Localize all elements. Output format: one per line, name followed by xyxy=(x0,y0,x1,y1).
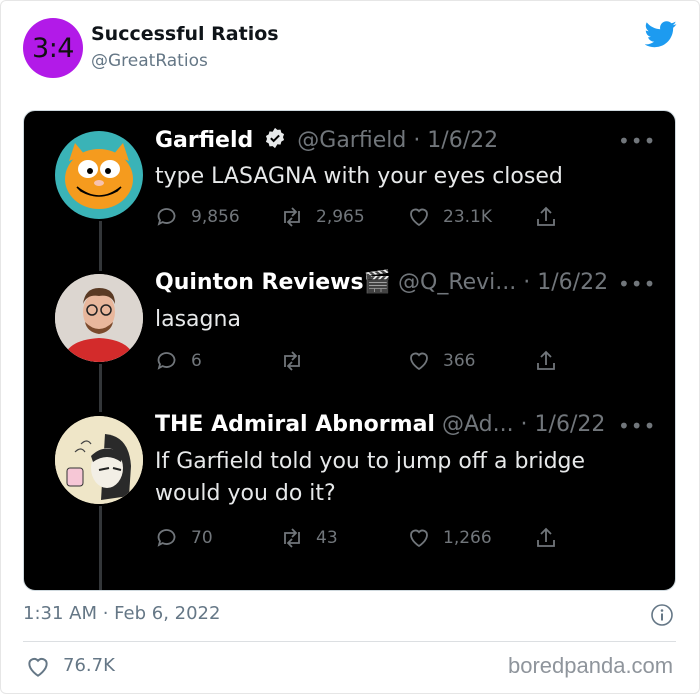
like-button[interactable]: 1,266 xyxy=(407,526,492,550)
avatar-text: 3:4 xyxy=(32,32,74,64)
retweet-count: 2,965 xyxy=(316,207,365,227)
reply-button[interactable]: 6 xyxy=(155,349,202,373)
thread-line xyxy=(99,364,102,412)
author-name[interactable]: THE Admiral Abnormal xyxy=(155,412,435,437)
heart-icon xyxy=(410,352,428,371)
clapper-emoji: 🎬 xyxy=(363,270,392,295)
reply-count: 9,856 xyxy=(191,207,240,227)
tweet-meta[interactable]: @Garfield · 1/6/22 xyxy=(297,128,498,153)
reply-button[interactable]: 9,856 xyxy=(155,205,240,229)
reply-button[interactable]: 70 xyxy=(155,526,213,550)
share-icon xyxy=(537,350,555,370)
admiral-avatar[interactable] xyxy=(55,416,143,504)
tweet-text-line: If Garfield told you to jump off a bridg… xyxy=(155,449,586,474)
display-name[interactable]: Successful Ratios xyxy=(91,23,279,45)
share-button[interactable] xyxy=(534,526,570,550)
reply-count: 70 xyxy=(191,528,213,548)
retweet-button[interactable]: 2,965 xyxy=(280,205,365,229)
tweet-header: Quinton Reviews🎬 @Q_Revi... · 1/6/22 xyxy=(155,270,608,295)
retweet-icon xyxy=(284,207,300,227)
divider xyxy=(23,641,676,642)
post-like-count[interactable]: 76.7K xyxy=(63,655,115,676)
tweet-text-line: would you do it? xyxy=(155,481,336,506)
info-icon[interactable] xyxy=(650,603,674,627)
tweet-meta[interactable]: @Ad... · 1/6/22 xyxy=(442,412,605,437)
verified-badge-icon xyxy=(266,127,285,149)
tweet-text: type LASAGNA with your eyes closed xyxy=(155,164,563,189)
share-icon xyxy=(537,206,555,226)
thread-line xyxy=(99,506,102,590)
profile-avatar[interactable]: 3:4 xyxy=(23,18,83,78)
tweet-text: If Garfield told you to jump off a bridg… xyxy=(155,446,635,510)
heart-icon[interactable] xyxy=(25,654,51,680)
like-count: 23.1K xyxy=(443,207,492,227)
share-button[interactable] xyxy=(534,349,570,373)
retweet-button[interactable] xyxy=(280,349,316,373)
tweet-header: Garfield @Garfield · 1/6/22 xyxy=(155,127,498,153)
retweet-icon xyxy=(284,351,300,371)
retweet-count: 43 xyxy=(316,528,338,548)
retweet-icon xyxy=(284,528,300,548)
embedded-thread-screenshot: Garfield @Garfield · 1/6/22 ••• type LAS… xyxy=(23,110,676,591)
reply-icon xyxy=(157,352,176,370)
like-button[interactable]: 366 xyxy=(407,349,475,373)
heart-icon xyxy=(410,208,428,227)
author-name[interactable]: Quinton Reviews xyxy=(155,270,364,295)
post-timestamp[interactable]: 1:31 AM · Feb 6, 2022 xyxy=(23,603,220,624)
share-button[interactable] xyxy=(534,205,570,229)
reply-icon xyxy=(157,529,176,547)
more-icon[interactable]: ••• xyxy=(618,272,656,296)
more-icon[interactable]: ••• xyxy=(618,414,656,438)
garfield-avatar[interactable] xyxy=(55,131,143,219)
reply-count: 6 xyxy=(191,351,202,371)
share-icon xyxy=(537,527,555,547)
tweet-text: lasagna xyxy=(155,307,241,332)
source-watermark: boredpanda.com xyxy=(508,653,674,678)
tweet-header: THE Admiral Abnormal @Ad... · 1/6/22 xyxy=(155,412,605,437)
thread-line xyxy=(99,221,102,271)
reply-icon xyxy=(157,208,176,226)
account-handle[interactable]: @GreatRatios xyxy=(91,51,208,71)
heart-icon xyxy=(410,529,428,548)
like-count: 366 xyxy=(443,351,476,371)
quinton-avatar[interactable] xyxy=(55,274,143,362)
author-name[interactable]: Garfield xyxy=(155,128,253,153)
retweet-button[interactable]: 43 xyxy=(280,526,338,550)
twitter-bird-icon[interactable] xyxy=(645,18,677,50)
more-icon[interactable]: ••• xyxy=(618,129,656,153)
like-button[interactable]: 23.1K xyxy=(407,205,492,229)
like-count: 1,266 xyxy=(443,528,492,548)
tweet-meta[interactable]: @Q_Revi... · 1/6/22 xyxy=(398,270,608,295)
